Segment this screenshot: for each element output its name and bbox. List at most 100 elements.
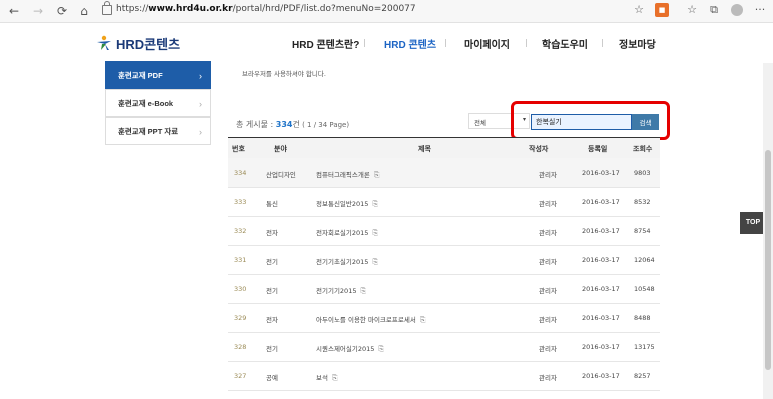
cell-number-text: 327 <box>234 372 247 380</box>
cell-views: 9803 <box>634 169 651 177</box>
chevron-right-icon: › <box>199 71 202 81</box>
sidebar-item-label: 훈련교재 PPT 자료 <box>118 127 179 136</box>
cell-author: 관리자 <box>539 314 557 324</box>
cell-author: 관리자 <box>539 256 557 266</box>
url-path: /portal/hrd/PDF/list.do?menuNo=200077 <box>232 4 416 14</box>
cell-date: 2016-03-17 <box>582 343 620 351</box>
cell-field-text: 공예 <box>266 374 278 382</box>
lock-icon <box>102 1 112 15</box>
col-header-views: 조회수 <box>633 145 653 153</box>
address-bar[interactable]: https://www.hrd4u.or.kr/portal/hrd/PDF/l… <box>96 1 652 19</box>
col-header-author: 작성자 <box>529 145 549 153</box>
table-row[interactable]: 331 전기 전기기초실기2015 ⎘ 관리자 2016-03-17 12064 <box>228 245 660 275</box>
total-unit: 건 <box>292 120 300 129</box>
back-icon[interactable]: ← <box>6 3 22 19</box>
col-header-no: 번호 <box>232 145 245 153</box>
table-row[interactable]: 334 산업디자인 컴퓨터그래픽스개론 ⎘ 관리자 2016-03-17 9803 <box>228 158 660 188</box>
cell-field-text: 전자 <box>266 316 278 324</box>
more-icon[interactable]: ··· <box>753 3 767 17</box>
sidebar-item-ppt[interactable]: 훈련교재 PPT 자료 › <box>105 117 211 145</box>
filter-selected-value: 전체 <box>474 119 486 127</box>
extension-icon[interactable]: ■ <box>655 3 669 17</box>
cell-title-link[interactable]: 보석 ⎘ <box>316 372 338 383</box>
home-icon[interactable]: ⌂ <box>76 3 92 19</box>
cell-number: 333 <box>234 198 246 206</box>
profile-avatar[interactable] <box>731 4 743 16</box>
cell-author-text: 관리자 <box>539 287 557 295</box>
cell-title-link[interactable]: 컴퓨터그래픽스개론 ⎘ <box>316 169 380 180</box>
url-prefix: https:// <box>116 4 149 14</box>
cell-number-text: 332 <box>234 227 247 235</box>
sidebar-item-pdf[interactable]: 훈련교재 PDF › <box>105 61 211 89</box>
nav-about[interactable]: HRD 콘텐츠란? <box>292 36 359 51</box>
cell-title-link[interactable]: 시퀀스제어실기2015 ⎘ <box>316 343 384 354</box>
cell-title-link[interactable]: 전기기기2015 ⎘ <box>316 285 366 296</box>
col-header-title: 제목 <box>418 145 431 153</box>
attachment-clip-icon: ⎘ <box>419 316 426 324</box>
forward-icon[interactable]: → <box>30 3 46 19</box>
cell-date: 2016-03-17 <box>582 314 620 322</box>
cell-author-text: 관리자 <box>539 316 557 324</box>
table-row[interactable]: 332 전자 전자회로실기2015 ⎘ 관리자 2016-03-17 8754 <box>228 216 660 246</box>
url-host: www.hrd4u.or.kr <box>148 4 233 14</box>
nav-info[interactable]: 정보마당 <box>619 36 656 51</box>
cell-author: 관리자 <box>539 169 557 179</box>
favorite-star-icon[interactable]: ☆ <box>632 3 646 17</box>
cell-title-link[interactable]: 정보통신일반2015 ⎘ <box>316 198 378 209</box>
table-row[interactable]: 327 공예 보석 ⎘ 관리자 2016-03-17 8257 <box>228 361 660 391</box>
cell-title-link-text: 보석 <box>316 374 328 382</box>
attachment-clip-icon: ⎘ <box>378 345 385 353</box>
cell-author: 관리자 <box>539 198 557 208</box>
cell-author: 관리자 <box>539 227 557 237</box>
url-text: https://www.hrd4u.or.kr/portal/hrd/PDF/l… <box>116 4 416 14</box>
cell-field-text: 통신 <box>266 200 278 208</box>
site-header: HRD콘텐츠 HRD 콘텐츠란? HRD 콘텐츠 마이페이지 학습도우미 정보마… <box>0 23 773 63</box>
cell-author: 관리자 <box>539 343 557 353</box>
cell-title-link-text: 컴퓨터그래픽스개론 <box>316 171 370 179</box>
table-row[interactable]: 330 전기 전기기기2015 ⎘ 관리자 2016-03-17 10548 <box>228 274 660 304</box>
cell-field-text: 전기 <box>266 287 278 295</box>
cell-field: 전자 <box>266 314 278 324</box>
cell-author-text: 관리자 <box>539 374 557 382</box>
cell-field: 전기 <box>266 285 278 295</box>
cell-number-text: 329 <box>234 314 247 322</box>
table-row[interactable]: 329 전자 아두이노를 이용한 마이크로프로세서 ⎘ 관리자 2016-03-17 848… <box>228 303 660 333</box>
cell-field: 산업디자인 <box>266 169 296 179</box>
cell-number-text: 330 <box>234 285 247 293</box>
cell-date: 2016-03-17 <box>582 372 620 380</box>
cell-author-text: 관리자 <box>539 200 557 208</box>
sidebar-item-ebook[interactable]: 훈련교재 e-Book › <box>105 89 211 117</box>
search-highlight-box <box>511 101 670 140</box>
cell-views: 8257 <box>634 372 651 380</box>
table-row[interactable]: 328 전기 시퀀스제어실기2015 ⎘ 관리자 2016-03-17 13175 <box>228 332 660 362</box>
cell-views-text: 9803 <box>634 169 651 177</box>
attachment-clip-icon: ⎘ <box>372 200 379 208</box>
nav-learning-help[interactable]: 학습도우미 <box>542 36 588 51</box>
browser-toolbar: ← → ⟳ ⌂ https://www.hrd4u.or.kr/portal/h… <box>0 0 773 23</box>
cell-views: 8754 <box>634 227 651 235</box>
cell-views: 13175 <box>634 343 655 351</box>
cell-views-text: 8532 <box>634 198 651 206</box>
attachment-clip-icon: ⎘ <box>331 374 338 382</box>
attachment-clip-icon: ⎘ <box>360 287 367 295</box>
cell-author: 관리자 <box>539 372 557 382</box>
nav-mypage[interactable]: 마이페이지 <box>464 36 510 51</box>
cell-views-text: 8754 <box>634 227 651 235</box>
cell-date-text: 2016-03-17 <box>582 314 620 322</box>
collections-icon[interactable]: ⧉ <box>707 3 721 17</box>
chevron-right-icon: › <box>199 127 202 137</box>
refresh-icon[interactable]: ⟳ <box>54 3 70 19</box>
cell-title-link[interactable]: 전자회로실기2015 ⎘ <box>316 227 378 238</box>
favorites-icon[interactable]: ☆ <box>685 3 699 17</box>
cell-author-text: 관리자 <box>539 171 557 179</box>
nav-hrd-contents[interactable]: HRD 콘텐츠 <box>384 36 436 51</box>
nav-divider <box>445 39 446 47</box>
cell-title-link[interactable]: 전기기초실기2015 ⎘ <box>316 256 378 267</box>
cell-title-link[interactable]: 아두이노를 이용한 마이크로프로세서 ⎘ <box>316 314 426 325</box>
scrollbar-thumb[interactable] <box>765 150 771 370</box>
nav-divider <box>526 39 527 47</box>
page-info: ( 1 / 34 Page) <box>299 121 350 129</box>
sidebar-item-label: 훈련교재 e-Book <box>118 99 174 108</box>
cell-author-text: 관리자 <box>539 345 557 353</box>
table-row[interactable]: 333 통신 정보통신일반2015 ⎘ 관리자 2016-03-17 8532 <box>228 187 660 217</box>
